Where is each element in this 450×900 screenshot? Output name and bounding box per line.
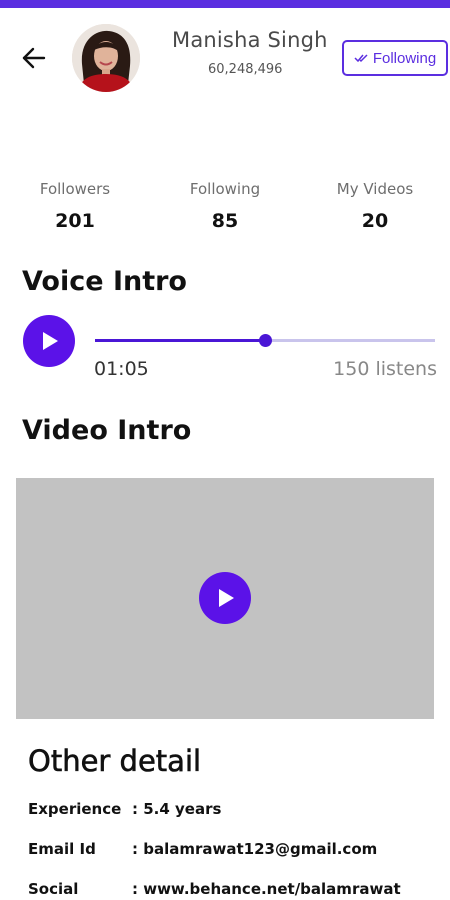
- voice-progress-slider[interactable]: [95, 334, 435, 347]
- stat-label: Following: [189, 180, 261, 198]
- voice-intro-title: Voice Intro: [22, 266, 187, 297]
- back-arrow-icon: [22, 47, 46, 69]
- voice-elapsed-time: 01:05: [94, 358, 149, 380]
- profile-phone: 60,248,496: [208, 62, 283, 77]
- stat-value: 20: [361, 210, 389, 232]
- other-detail-title: Other detail: [28, 744, 202, 779]
- avatar[interactable]: [72, 24, 140, 92]
- double-check-icon: [354, 54, 368, 63]
- following-button-label: Following: [372, 49, 437, 67]
- voice-progress-fill: [95, 339, 265, 342]
- detail-key: Social: [28, 880, 79, 898]
- voice-play-button[interactable]: [23, 315, 75, 367]
- detail-key: Experience: [28, 800, 122, 818]
- detail-value: : 5.4 years: [132, 800, 222, 818]
- stat-following[interactable]: Following 85: [165, 180, 285, 232]
- detail-key: Email Id: [28, 840, 96, 858]
- stat-my-videos[interactable]: My Videos 20: [315, 180, 435, 232]
- video-player[interactable]: [16, 478, 434, 719]
- status-accent-bar: [0, 0, 450, 8]
- stat-value: 201: [55, 210, 95, 232]
- profile-name: Manisha Singh: [172, 28, 328, 52]
- video-play-button[interactable]: [199, 572, 251, 624]
- profile-photo: [72, 24, 140, 92]
- voice-listen-count: 150 listens: [333, 358, 437, 380]
- stat-label: Followers: [39, 180, 111, 198]
- stat-label: My Videos: [336, 180, 414, 198]
- detail-value[interactable]: : www.behance.net/balamrawat: [132, 880, 401, 898]
- stat-value: 85: [211, 210, 239, 232]
- video-intro-title: Video Intro: [22, 415, 192, 446]
- play-icon: [219, 589, 234, 607]
- voice-progress-handle[interactable]: [259, 334, 272, 347]
- play-icon: [43, 332, 58, 350]
- stat-followers[interactable]: Followers 201: [15, 180, 135, 232]
- detail-value[interactable]: : balamrawat123@gmail.com: [132, 840, 377, 858]
- back-button[interactable]: [18, 42, 50, 74]
- following-button[interactable]: Following: [342, 40, 448, 76]
